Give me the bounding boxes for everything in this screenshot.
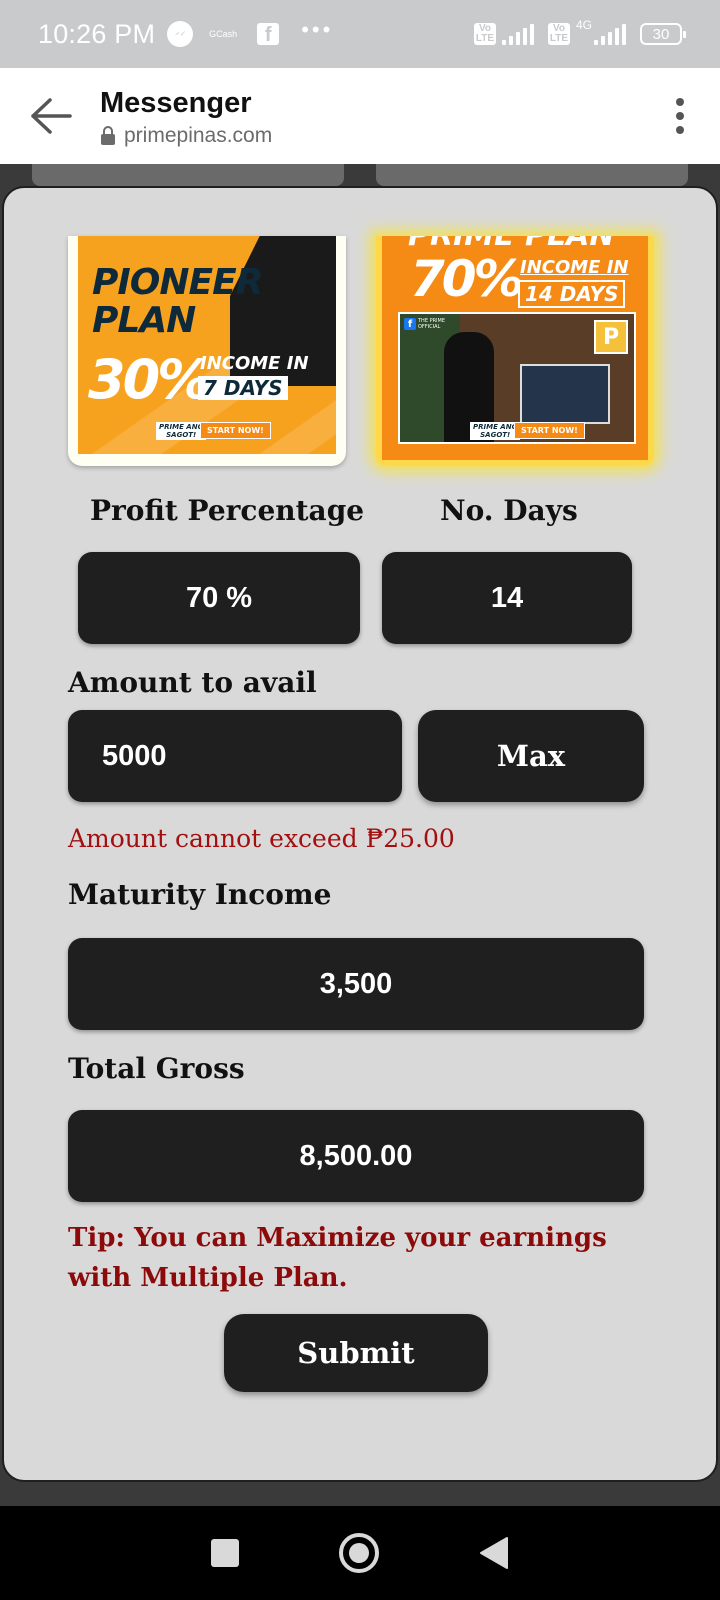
url-text: primepinas.com — [124, 123, 273, 147]
pioneer-plan-tagline: PRIME ANG SAGOT! — [156, 422, 207, 440]
laptop-image — [520, 364, 610, 424]
messenger-notification-icon — [167, 21, 194, 47]
arrow-left-icon — [31, 98, 72, 134]
pioneer-plan-card[interactable]: PIONEER PLAN 30% INCOME IN 7 DAYS PRIME … — [68, 236, 346, 466]
volte-2-icon: Vo LTE — [547, 23, 570, 45]
volte-icon: Vo LTE — [473, 23, 496, 45]
trader-photo: P f THE PRIME OFFICIAL PRIME ANG SAGOT! S… — [398, 312, 636, 444]
prime-plan-income-label: INCOME IN — [520, 257, 629, 278]
status-time: 10:26 PM — [38, 18, 156, 49]
total-gross-label: Total Gross — [68, 1052, 245, 1085]
pioneer-plan-percent: 30% — [88, 348, 211, 411]
prime-plan-card[interactable]: PRIME PLAN 70% INCOME IN 14 DAYS P f THE… — [376, 236, 654, 466]
pioneer-plan-income-label: INCOME IN — [200, 353, 309, 374]
pioneer-plan-title: PIONEER PLAN — [92, 262, 263, 341]
home-button[interactable] — [339, 1533, 379, 1573]
maturity-income-field: 3,500 — [68, 938, 644, 1030]
facebook-icon: f — [404, 318, 416, 330]
background-card-left — [32, 164, 344, 186]
amount-error-message: Amount cannot exceed ₱25.00 — [68, 824, 455, 853]
browser-app-bar: Messenger primepinas.com — [0, 68, 720, 164]
more-notifications-icon: ••• — [301, 17, 334, 42]
page-title: Messenger — [100, 86, 252, 119]
prime-plan-start-badge: START NOW! — [514, 422, 585, 439]
profit-percentage-label: Profit Percentage — [90, 494, 365, 527]
facebook-badge: f THE PRIME OFFICIAL — [404, 318, 445, 330]
pioneer-plan-start-badge: START NOW! — [200, 422, 271, 439]
url-display: primepinas.com — [100, 124, 640, 148]
submit-button[interactable]: Submit — [224, 1314, 488, 1392]
network-type: 4G — [575, 18, 592, 32]
no-days-label: No. Days — [440, 494, 578, 527]
amount-input[interactable]: 5000 — [68, 710, 402, 802]
prime-plan-percent: 70% — [410, 250, 524, 308]
plan-calculator-modal: PIONEER PLAN 30% INCOME IN 7 DAYS PRIME … — [2, 186, 718, 1482]
lock-icon — [101, 125, 115, 145]
status-bar: 10:26 PM GCash f ••• Vo LTE Vo LTE 4G 30 — [0, 0, 720, 68]
gcash-notification-label: GCash — [209, 29, 238, 39]
maturity-income-label: Maturity Income — [68, 878, 332, 911]
recents-button[interactable] — [211, 1539, 239, 1567]
more-options-button[interactable] — [640, 68, 720, 164]
back-button[interactable] — [0, 68, 100, 164]
back-nav-button[interactable] — [479, 1536, 509, 1570]
more-vertical-icon — [676, 98, 684, 134]
pioneer-plan-days: 7 DAYS — [198, 376, 288, 400]
total-gross-field: 8,500.00 — [68, 1110, 644, 1202]
tip-message: Tip: You can Maximize your earnings with… — [68, 1223, 607, 1293]
prime-plan-days: 14 DAYS — [518, 280, 626, 308]
signal-1-icon — [501, 23, 534, 45]
battery-icon: 30 — [640, 23, 686, 45]
background-card-right — [376, 164, 688, 186]
prime-plan-tagline: PRIME ANG SAGOT! — [470, 422, 521, 440]
signal-2-icon — [594, 23, 626, 45]
amount-label: Amount to avail — [68, 666, 317, 699]
profit-percentage-field: 70 % — [78, 552, 360, 644]
prime-logo-icon: P — [594, 320, 628, 354]
no-days-field: 14 — [382, 552, 632, 644]
facebook-notification-icon: f — [257, 23, 280, 45]
prime-plan-banner: PRIME PLAN 70% INCOME IN 14 DAYS P f THE… — [382, 236, 648, 460]
system-navigation-bar — [0, 1506, 720, 1600]
pioneer-plan-banner: PIONEER PLAN 30% INCOME IN 7 DAYS PRIME … — [78, 236, 336, 454]
max-button[interactable]: Max — [418, 710, 644, 802]
